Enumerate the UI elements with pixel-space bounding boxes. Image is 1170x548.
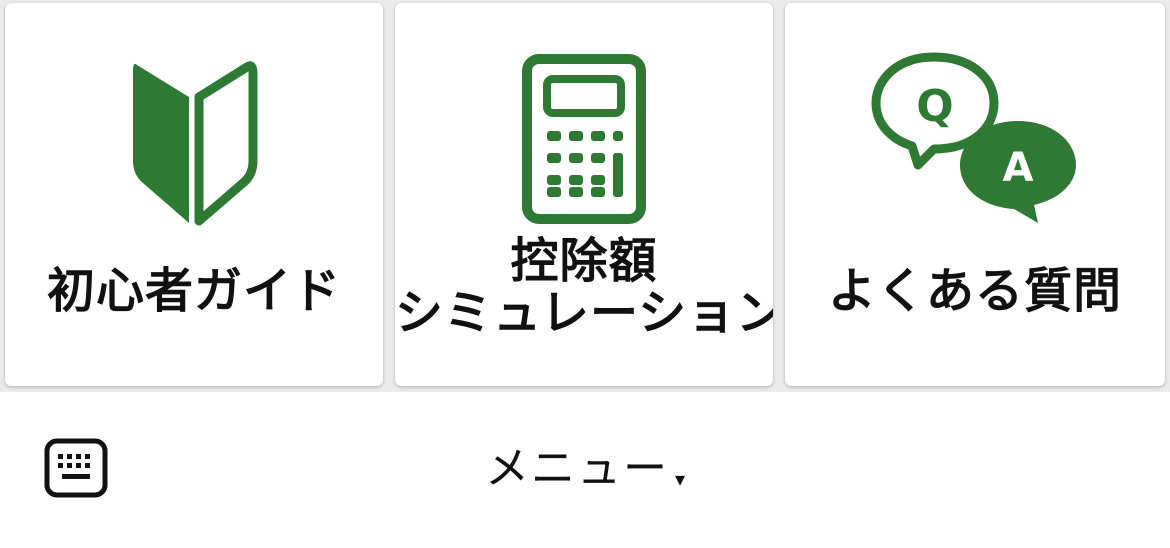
faq-label: よくある質問 bbox=[827, 263, 1122, 319]
menu-label: メニュー bbox=[484, 443, 669, 494]
menu-toggle-button[interactable]: メニュー ▾ bbox=[0, 444, 1170, 494]
a-letter: A bbox=[1003, 145, 1034, 191]
beginner-mark-icon bbox=[84, 51, 304, 231]
deduction-simulation-tile[interactable]: 控除額 シミュレーション bbox=[395, 3, 773, 386]
rich-menu-grid: 初心者ガイド 控除額 シミュレーション Q A よくある質問 bbox=[0, 0, 1170, 392]
calculator-icon bbox=[474, 49, 694, 229]
faq-tile[interactable]: Q A よくある質問 bbox=[785, 3, 1165, 386]
deduction-simulation-label: 控除額 シミュレーション bbox=[395, 233, 773, 341]
beginner-guide-tile[interactable]: 初心者ガイド bbox=[5, 3, 383, 386]
chat-bottom-bar: メニュー ▾ bbox=[0, 392, 1170, 548]
caret-down-icon: ▾ bbox=[674, 466, 686, 491]
beginner-guide-label: 初心者ガイド bbox=[46, 263, 341, 319]
q-letter: Q bbox=[916, 81, 953, 132]
qa-speech-bubbles-icon: Q A bbox=[865, 47, 1085, 227]
